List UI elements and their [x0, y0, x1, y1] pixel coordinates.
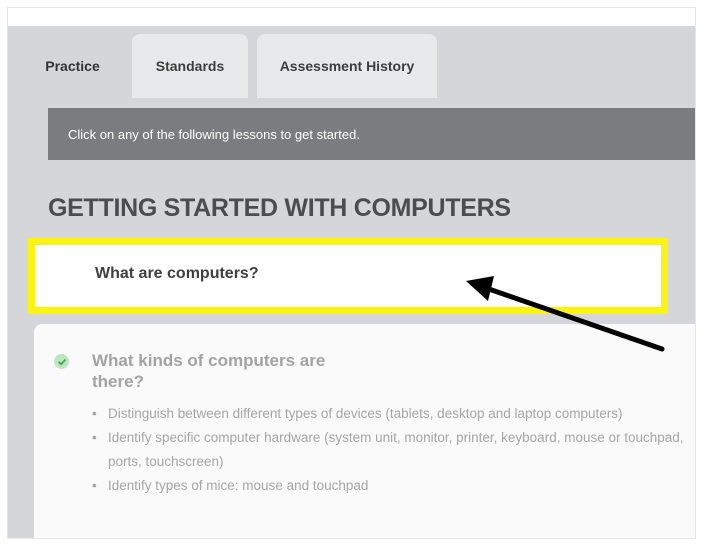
- check-icon: [54, 354, 69, 369]
- course-panel: Practice Standards Assessment History Cl…: [8, 8, 695, 538]
- tab-assessment-history[interactable]: Assessment History: [257, 34, 437, 98]
- unit-title: GETTING STARTED WITH COMPUTERS: [48, 194, 511, 222]
- tab-assessment-history-label: Assessment History: [279, 58, 415, 74]
- objective-item: Identify specific computer hardware (sys…: [92, 426, 692, 474]
- tab-standards-label: Standards: [155, 58, 225, 74]
- tab-practice-label: Practice: [45, 58, 100, 74]
- lesson-title: What kinds of computers are there?: [92, 351, 326, 391]
- instruction-text: Click on any of the following lessons to…: [68, 126, 360, 142]
- tab-practice[interactable]: Practice: [24, 34, 121, 98]
- top-strip: [8, 8, 695, 26]
- objectives-list: Distinguish between different types of d…: [92, 402, 692, 498]
- objective-item: Distinguish between different types of d…: [92, 402, 692, 426]
- objective-item: Identify types of mice: mouse and touchp…: [92, 474, 692, 498]
- annotation-arrow-icon: [466, 276, 665, 352]
- instruction-banner: Click on any of the following lessons to…: [48, 108, 695, 160]
- tab-standards[interactable]: Standards: [132, 34, 248, 98]
- lesson-title: What are computers?: [95, 265, 259, 282]
